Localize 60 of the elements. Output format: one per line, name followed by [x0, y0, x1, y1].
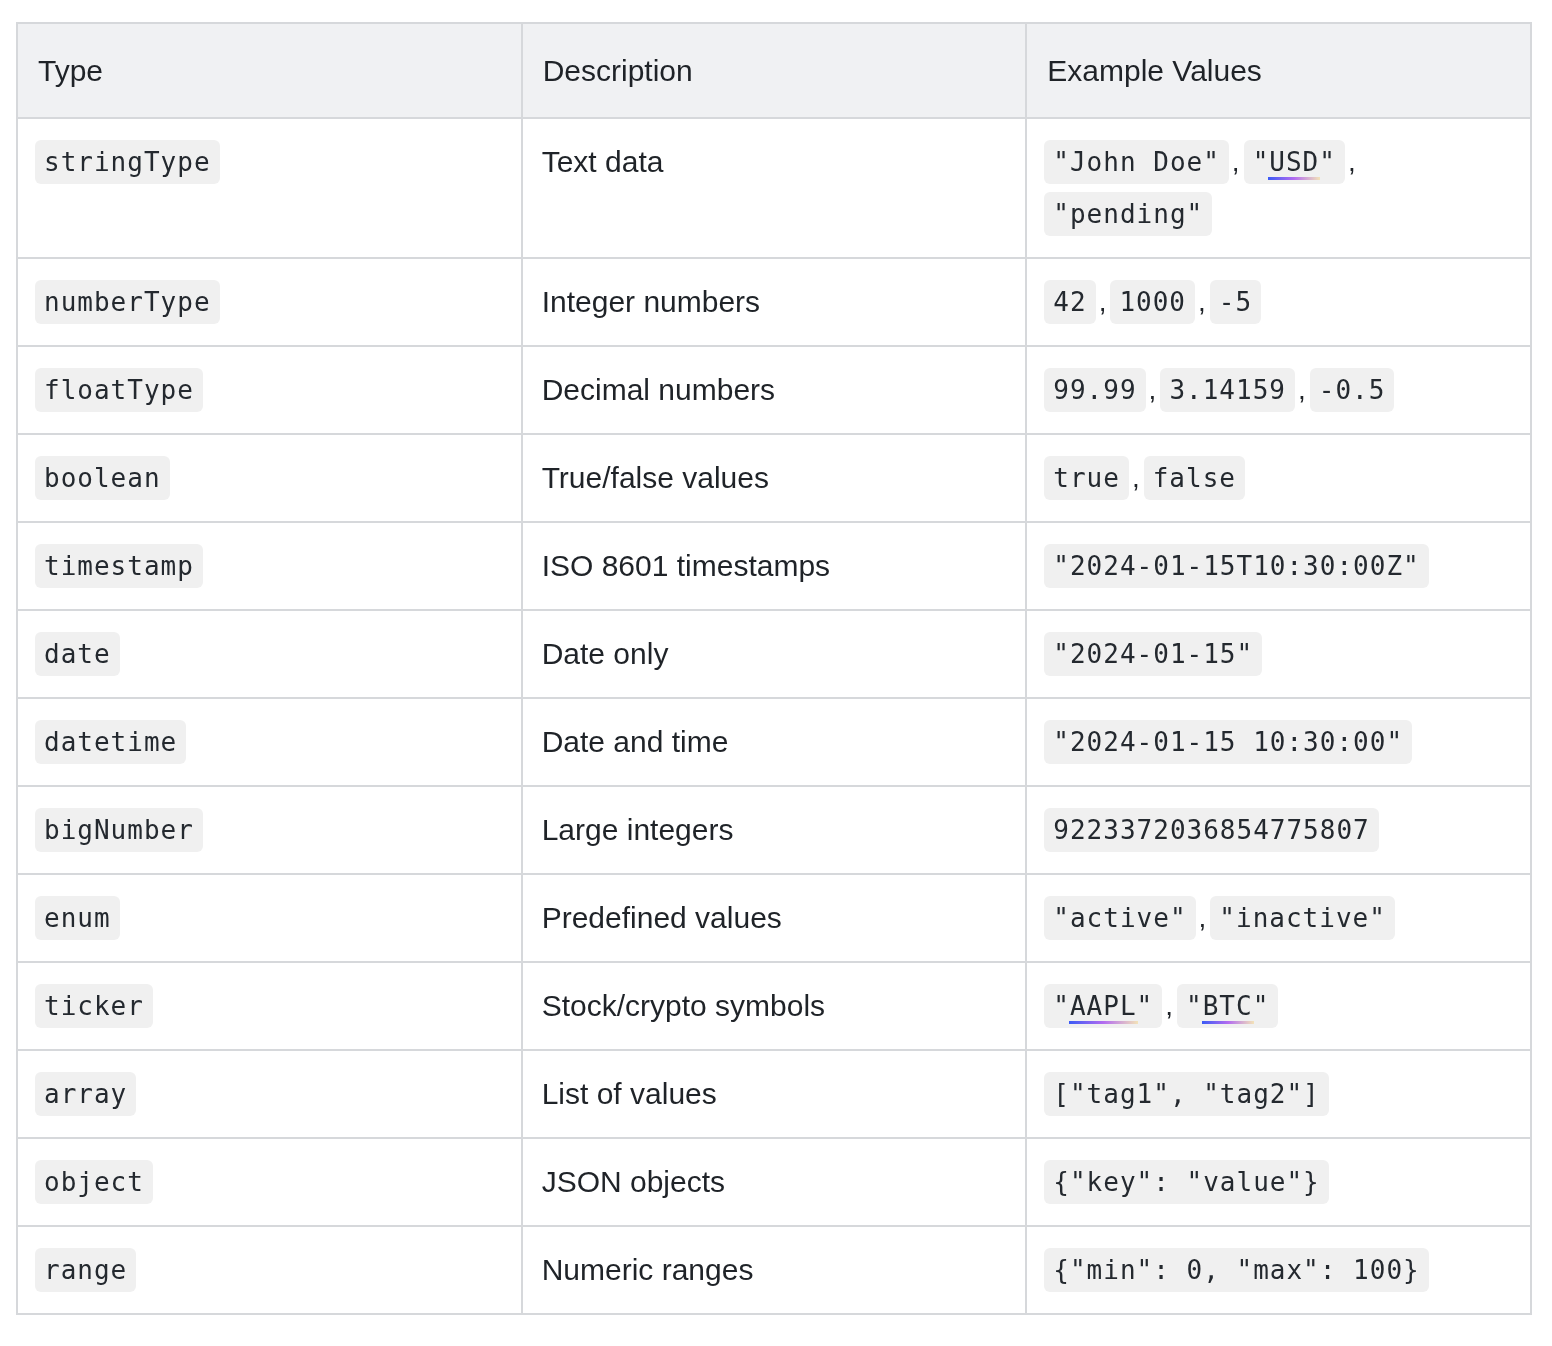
type-name: ticker: [35, 984, 153, 1028]
comma-separator: ,: [1231, 145, 1240, 179]
type-name: floatType: [35, 368, 203, 412]
example-value: 99.99: [1044, 368, 1146, 412]
example-value: 3.14159: [1160, 368, 1295, 412]
type-name: array: [35, 1072, 137, 1116]
type-name: object: [35, 1160, 153, 1204]
type-name: bigNumber: [35, 808, 203, 852]
type-name: numberType: [35, 280, 220, 324]
example-value: "AAPL": [1044, 984, 1163, 1028]
comma-separator: ,: [1098, 285, 1107, 319]
comma-separator: ,: [1347, 145, 1356, 179]
comma-separator: ,: [1198, 285, 1206, 319]
description-text: Predefined values: [540, 900, 782, 936]
description-text: Stock/crypto symbols: [540, 988, 826, 1024]
example-value: ["tag1", "tag2"]: [1044, 1072, 1329, 1116]
example-value: 9223372036854775807: [1044, 808, 1379, 852]
example-value: "2024-01-15T10:30:00Z": [1044, 544, 1429, 588]
example-value: "inactive": [1210, 896, 1395, 940]
example-value: {"min": 0, "max": 100}: [1044, 1248, 1429, 1292]
example-value: 42: [1044, 280, 1096, 324]
type-name: date: [35, 632, 120, 676]
description-text: Text data: [540, 144, 664, 180]
example-value: "2024-01-15": [1044, 632, 1263, 676]
column-header: Example Values: [1026, 23, 1531, 118]
comma-separator: ,: [1165, 989, 1173, 1023]
example-value: "USD": [1243, 140, 1345, 184]
example-value: "active": [1044, 896, 1196, 940]
type-name: boolean: [35, 456, 170, 500]
description-text: Numeric ranges: [540, 1252, 754, 1288]
example-value: true: [1044, 456, 1129, 500]
comma-separator: ,: [1198, 901, 1207, 935]
comma-separator: ,: [1297, 373, 1306, 407]
example-value: {"key": "value"}: [1044, 1160, 1329, 1204]
example-value: 1000: [1110, 280, 1196, 324]
type-name: timestamp: [35, 544, 203, 588]
comma-separator: ,: [1148, 373, 1157, 407]
type-name: range: [35, 1248, 137, 1292]
example-value: "John Doe": [1044, 140, 1229, 184]
description-text: Date only: [540, 636, 669, 672]
description-text: Large integers: [540, 812, 734, 848]
description-text: Decimal numbers: [540, 372, 776, 408]
description-text: Date and time: [540, 724, 729, 760]
example-value: false: [1143, 456, 1245, 500]
column-header: Description: [521, 23, 1027, 118]
description-text: True/false values: [540, 460, 769, 496]
type-name: enum: [35, 896, 120, 940]
description-text: List of values: [540, 1076, 717, 1112]
example-value: -0.5: [1309, 368, 1395, 412]
description-text: ISO 8601 timestamps: [540, 548, 831, 584]
example-value: "2024-01-15 10:30:00": [1044, 720, 1413, 764]
description-text: JSON objects: [540, 1164, 726, 1200]
example-value: "BTC": [1177, 984, 1279, 1028]
type-name: datetime: [35, 720, 187, 764]
example-value: "pending": [1044, 192, 1213, 236]
type-name: stringType: [35, 140, 220, 184]
column-header: Type: [17, 23, 522, 118]
description-text: Integer numbers: [540, 284, 761, 320]
comma-separator: ,: [1131, 461, 1140, 495]
example-value: -5: [1209, 280, 1262, 324]
